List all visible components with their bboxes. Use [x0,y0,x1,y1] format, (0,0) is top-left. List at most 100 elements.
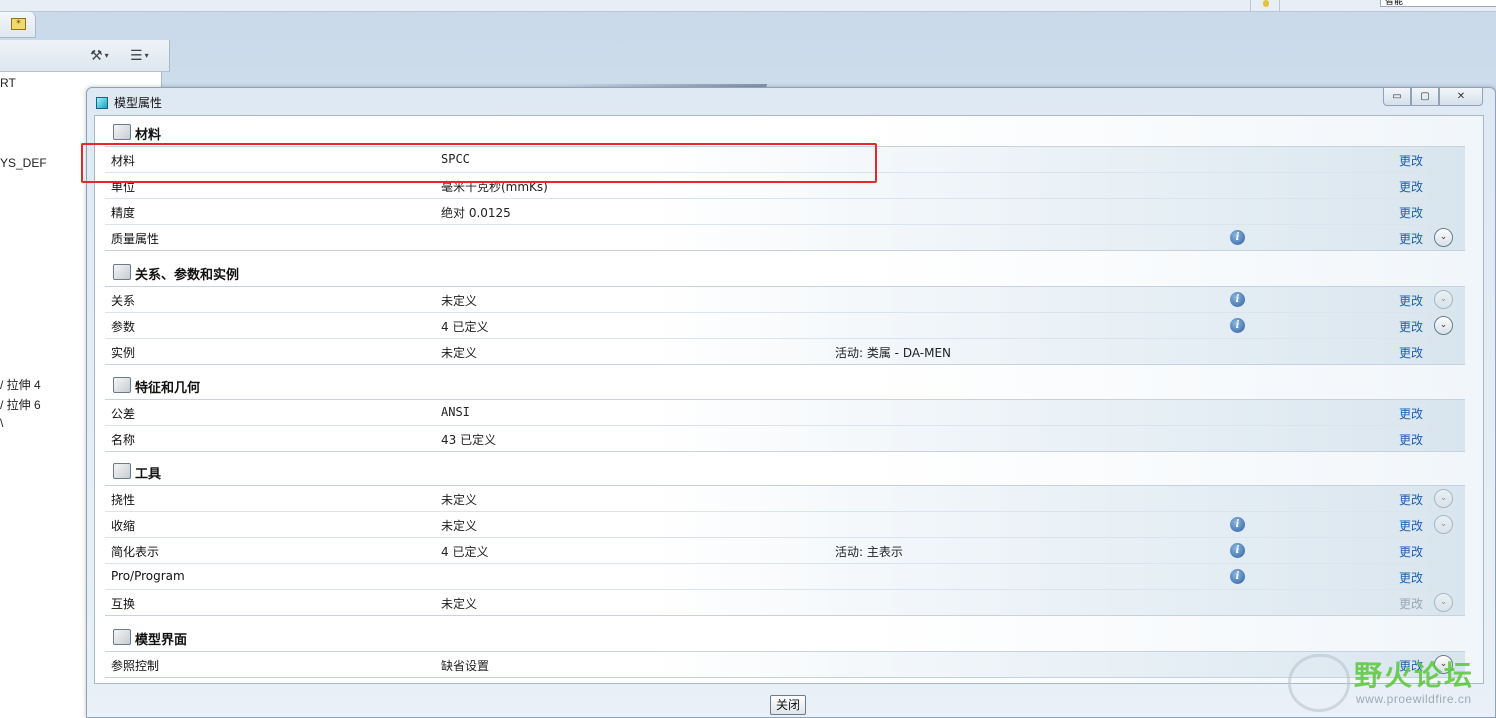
property-value: 未定义 [441,493,478,507]
show-button[interactable]: ☰ ▾ [130,45,164,67]
model-icon [96,97,108,109]
model-interface-icon [113,629,131,645]
property-name: 收缩 [111,519,136,533]
tools-icon: ⚒ [90,48,103,64]
section-header: 特征和几何 [105,369,1465,399]
section: 工具 挠性 未定义 更改 ⌄ 收缩 未定义 i 更改 ⌄ 简化表示 4 已定义 活动: 主表示 i 更改 Pr… [105,455,1465,616]
watermark: 野火论坛 www.proewildfire.cn [1284,652,1496,718]
change-link[interactable]: 更改 [1399,204,1423,221]
change-link[interactable]: 更改 [1399,152,1423,169]
section-header: 材料 [105,116,1465,146]
property-name: 参照控制 [111,659,160,673]
property-name: Pro/Program [111,569,185,583]
change-link[interactable]: 更改 [1399,569,1423,586]
expand-chevron-icon[interactable]: ⌄ [1434,228,1453,247]
property-name: 参数 [111,320,136,334]
property-row: 名称 43 已定义 更改 [105,426,1465,452]
property-value: 未定义 [441,294,478,308]
property-value: 未定义 [441,597,478,611]
property-value: 43 已定义 [441,433,497,447]
property-row: 材料 SPCC 更改 [105,147,1465,173]
tree-item[interactable]: RT [0,76,16,90]
info-icon[interactable]: i [1230,318,1245,333]
property-row: 简化表示 4 已定义 活动: 主表示 i 更改 [105,538,1465,564]
change-link[interactable]: 更改 [1399,292,1423,309]
property-value: 绝对 0.0125 [441,206,511,220]
expand-chevron-icon[interactable]: ⌄ [1434,515,1453,534]
info-icon[interactable]: i [1230,569,1245,584]
section-title: 材料 [135,128,162,143]
tree-item[interactable]: YS_DEF [0,156,47,170]
property-value: 4 已定义 [441,320,489,334]
change-link[interactable]: 更改 [1399,318,1423,335]
info-icon[interactable]: i [1230,292,1245,307]
minimize-button[interactable]: ▭ [1383,88,1411,106]
property-rows: 参照控制 缺省设置 更改 ⌄ [105,651,1465,678]
property-name: 实例 [111,346,136,360]
info-icon[interactable]: i [1230,230,1245,245]
property-rows: 关系 未定义 i 更改 ⌄ 参数 4 已定义 i 更改 ⌄ 实例 未定义 活动: 类属 - DA-MEN… [105,286,1465,365]
property-row: 实例 未定义 活动: 类属 - DA-MEN 更改 [105,339,1465,365]
section: 材料 材料 SPCC 更改 单位 毫米千克秒(mmKs) 更改 精度 绝对 0.0125 更改 质量… [105,116,1465,251]
change-link[interactable]: 更改 [1399,543,1423,560]
property-name: 挠性 [111,493,136,507]
model-properties-dialog: 模型属性 ▭ ▢ ✕ 材料 材料 SPCC 更改 单位 毫米千克秒(mmKs) 更改 精度 绝对… [86,87,1496,718]
section-title: 工具 [135,467,162,482]
property-name: 材料 [111,154,136,168]
change-link[interactable]: 更改 [1399,344,1423,361]
maximize-button[interactable]: ▢ [1411,88,1439,106]
tools-icon [113,463,131,479]
expand-chevron-icon[interactable]: ⌄ [1434,593,1453,612]
change-link[interactable]: 更改 [1399,431,1423,448]
settings-button[interactable]: ⚒ ▾ [90,45,124,67]
property-value: 4 已定义 [441,545,489,559]
property-rows: 材料 SPCC 更改 单位 毫米千克秒(mmKs) 更改 精度 绝对 0.0125 更改 质量属性… [105,146,1465,251]
change-link[interactable]: 更改 [1399,517,1423,534]
info-icon[interactable]: i [1230,543,1245,558]
section: 模型界面参照控制 缺省设置 更改 ⌄ [105,621,1465,678]
property-row: 参数 4 已定义 i 更改 ⌄ [105,313,1465,339]
tree-tab[interactable]: * [0,12,36,38]
watermark-url: www.proewildfire.cn [1356,692,1472,706]
expand-chevron-icon[interactable]: ⌄ [1434,316,1453,335]
property-value: 毫米千克秒(mmKs) [441,180,548,194]
change-link: 更改 [1399,597,1424,611]
property-row: 公差 ANSI 更改 [105,400,1465,426]
section-title: 模型界面 [135,633,188,648]
property-row: 单位 毫米千克秒(mmKs) 更改 [105,173,1465,199]
watermark-text: 野火论坛 [1354,659,1475,692]
section-header: 关系、参数和实例 [105,256,1465,286]
section: 特征和几何 公差 ANSI 更改 名称 43 已定义 更改 [105,369,1465,452]
material-icon [113,124,131,140]
change-link[interactable]: 更改 [1399,491,1423,508]
tree-item[interactable]: / 拉伸 4 [0,376,41,393]
tree-toolbar: ⚒ ▾ ☰ ▾ [0,40,170,72]
property-name: 公差 [111,407,136,421]
property-name: 关系 [111,294,136,308]
section-header: 模型界面 [105,621,1465,651]
expand-chevron-icon[interactable]: ⌄ [1434,290,1453,309]
bulb-icon [1263,0,1269,7]
watermark-logo-icon [1288,654,1350,712]
dialog-body: 材料 材料 SPCC 更改 单位 毫米千克秒(mmKs) 更改 精度 绝对 0.0125 更改 质量… [94,115,1484,684]
close-window-button[interactable]: ✕ [1439,88,1483,106]
tree-item[interactable]: / 拉伸 6 [0,396,41,413]
section-title: 特征和几何 [135,381,201,396]
tree-item[interactable]: \ [0,416,3,430]
section-header: 工具 [105,455,1465,485]
info-icon[interactable]: i [1230,517,1245,532]
expand-chevron-icon[interactable]: ⌄ [1434,489,1453,508]
dialog-footer: 关闭 [94,687,1484,718]
change-link[interactable]: 更改 [1399,405,1423,422]
property-name: 简化表示 [111,545,160,559]
filter-input[interactable]: 智能 [1380,0,1496,7]
property-rows: 公差 ANSI 更改 名称 43 已定义 更改 [105,399,1465,452]
folder-icon: * [11,18,26,30]
property-row: 收缩 未定义 i 更改 ⌄ [105,512,1465,538]
close-button[interactable]: 关闭 [770,695,806,715]
change-link[interactable]: 更改 [1399,230,1423,247]
dialog-title: 模型属性 [114,96,163,110]
change-link[interactable]: 更改 [1399,178,1423,195]
property-row: 质量属性 i 更改 ⌄ [105,225,1465,251]
property-row: 关系 未定义 i 更改 ⌄ [105,287,1465,313]
